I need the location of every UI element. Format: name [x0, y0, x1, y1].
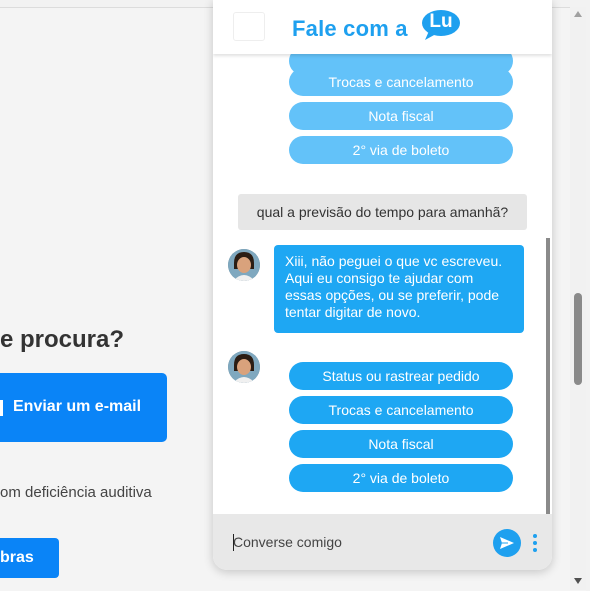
- bot-message-line: tentar digitar de novo.: [285, 304, 421, 320]
- chat-messages[interactable]: Trocas e cancelamento Nota fiscal 2° via…: [213, 54, 552, 514]
- option-button[interactable]: Nota fiscal: [289, 102, 513, 130]
- lu-avatar: [228, 249, 260, 281]
- send-icon: [500, 537, 514, 549]
- bot-message-line: essas opções, ou se preferir, pode: [285, 287, 500, 303]
- page-scrollbar-thumb[interactable]: [574, 293, 582, 385]
- bot-message: Xiii, não peguei o que vc escreveu. Aqui…: [274, 245, 524, 333]
- chat-scrollbar-thumb[interactable]: [546, 238, 550, 514]
- lu-badge-text: Lu: [429, 11, 453, 32]
- option-button[interactable]: 2° via de boleto: [289, 464, 513, 492]
- chat-title: Fale com a: [292, 16, 408, 41]
- user-message: qual a previsão do tempo para amanhã?: [238, 194, 527, 230]
- option-button[interactable]: Trocas e cancelamento: [289, 396, 513, 424]
- email-icon: [0, 400, 3, 416]
- bot-message-line: Aqui eu consigo te ajudar com: [285, 270, 474, 286]
- option-button[interactable]: Nota fiscal: [289, 430, 513, 458]
- page-scrollbar[interactable]: [570, 7, 586, 590]
- option-button[interactable]: 2° via de boleto: [289, 136, 513, 164]
- chevron-down-icon[interactable]: [574, 578, 582, 584]
- libras-button[interactable]: bras: [0, 538, 59, 578]
- lu-avatar: [228, 351, 260, 383]
- page-heading: e procura?: [0, 326, 125, 353]
- bot-message-line: Xiii, não peguei o que vc escreveu.: [285, 253, 503, 269]
- email-button-label: Enviar um e-mail: [13, 398, 142, 415]
- hearing-impaired-text: om deficiência auditiva: [0, 484, 152, 501]
- header-placeholder: [233, 12, 265, 41]
- text-caret: [233, 534, 234, 551]
- chat-input[interactable]: [233, 533, 483, 551]
- chevron-up-icon[interactable]: [574, 11, 582, 17]
- send-button[interactable]: [493, 529, 521, 557]
- libras-button-label: bras: [0, 549, 34, 566]
- chat-widget: Fale com a Lu Trocas e cancelamento Nota…: [213, 0, 552, 570]
- email-button[interactable]: Enviar um e-mail: [0, 373, 167, 442]
- option-button[interactable]: Status ou rastrear pedido: [289, 362, 513, 390]
- chat-input-bar: [213, 514, 552, 570]
- more-vertical-icon[interactable]: [531, 534, 539, 552]
- chat-header: Fale com a Lu: [213, 0, 552, 54]
- option-button[interactable]: Trocas e cancelamento: [289, 68, 513, 96]
